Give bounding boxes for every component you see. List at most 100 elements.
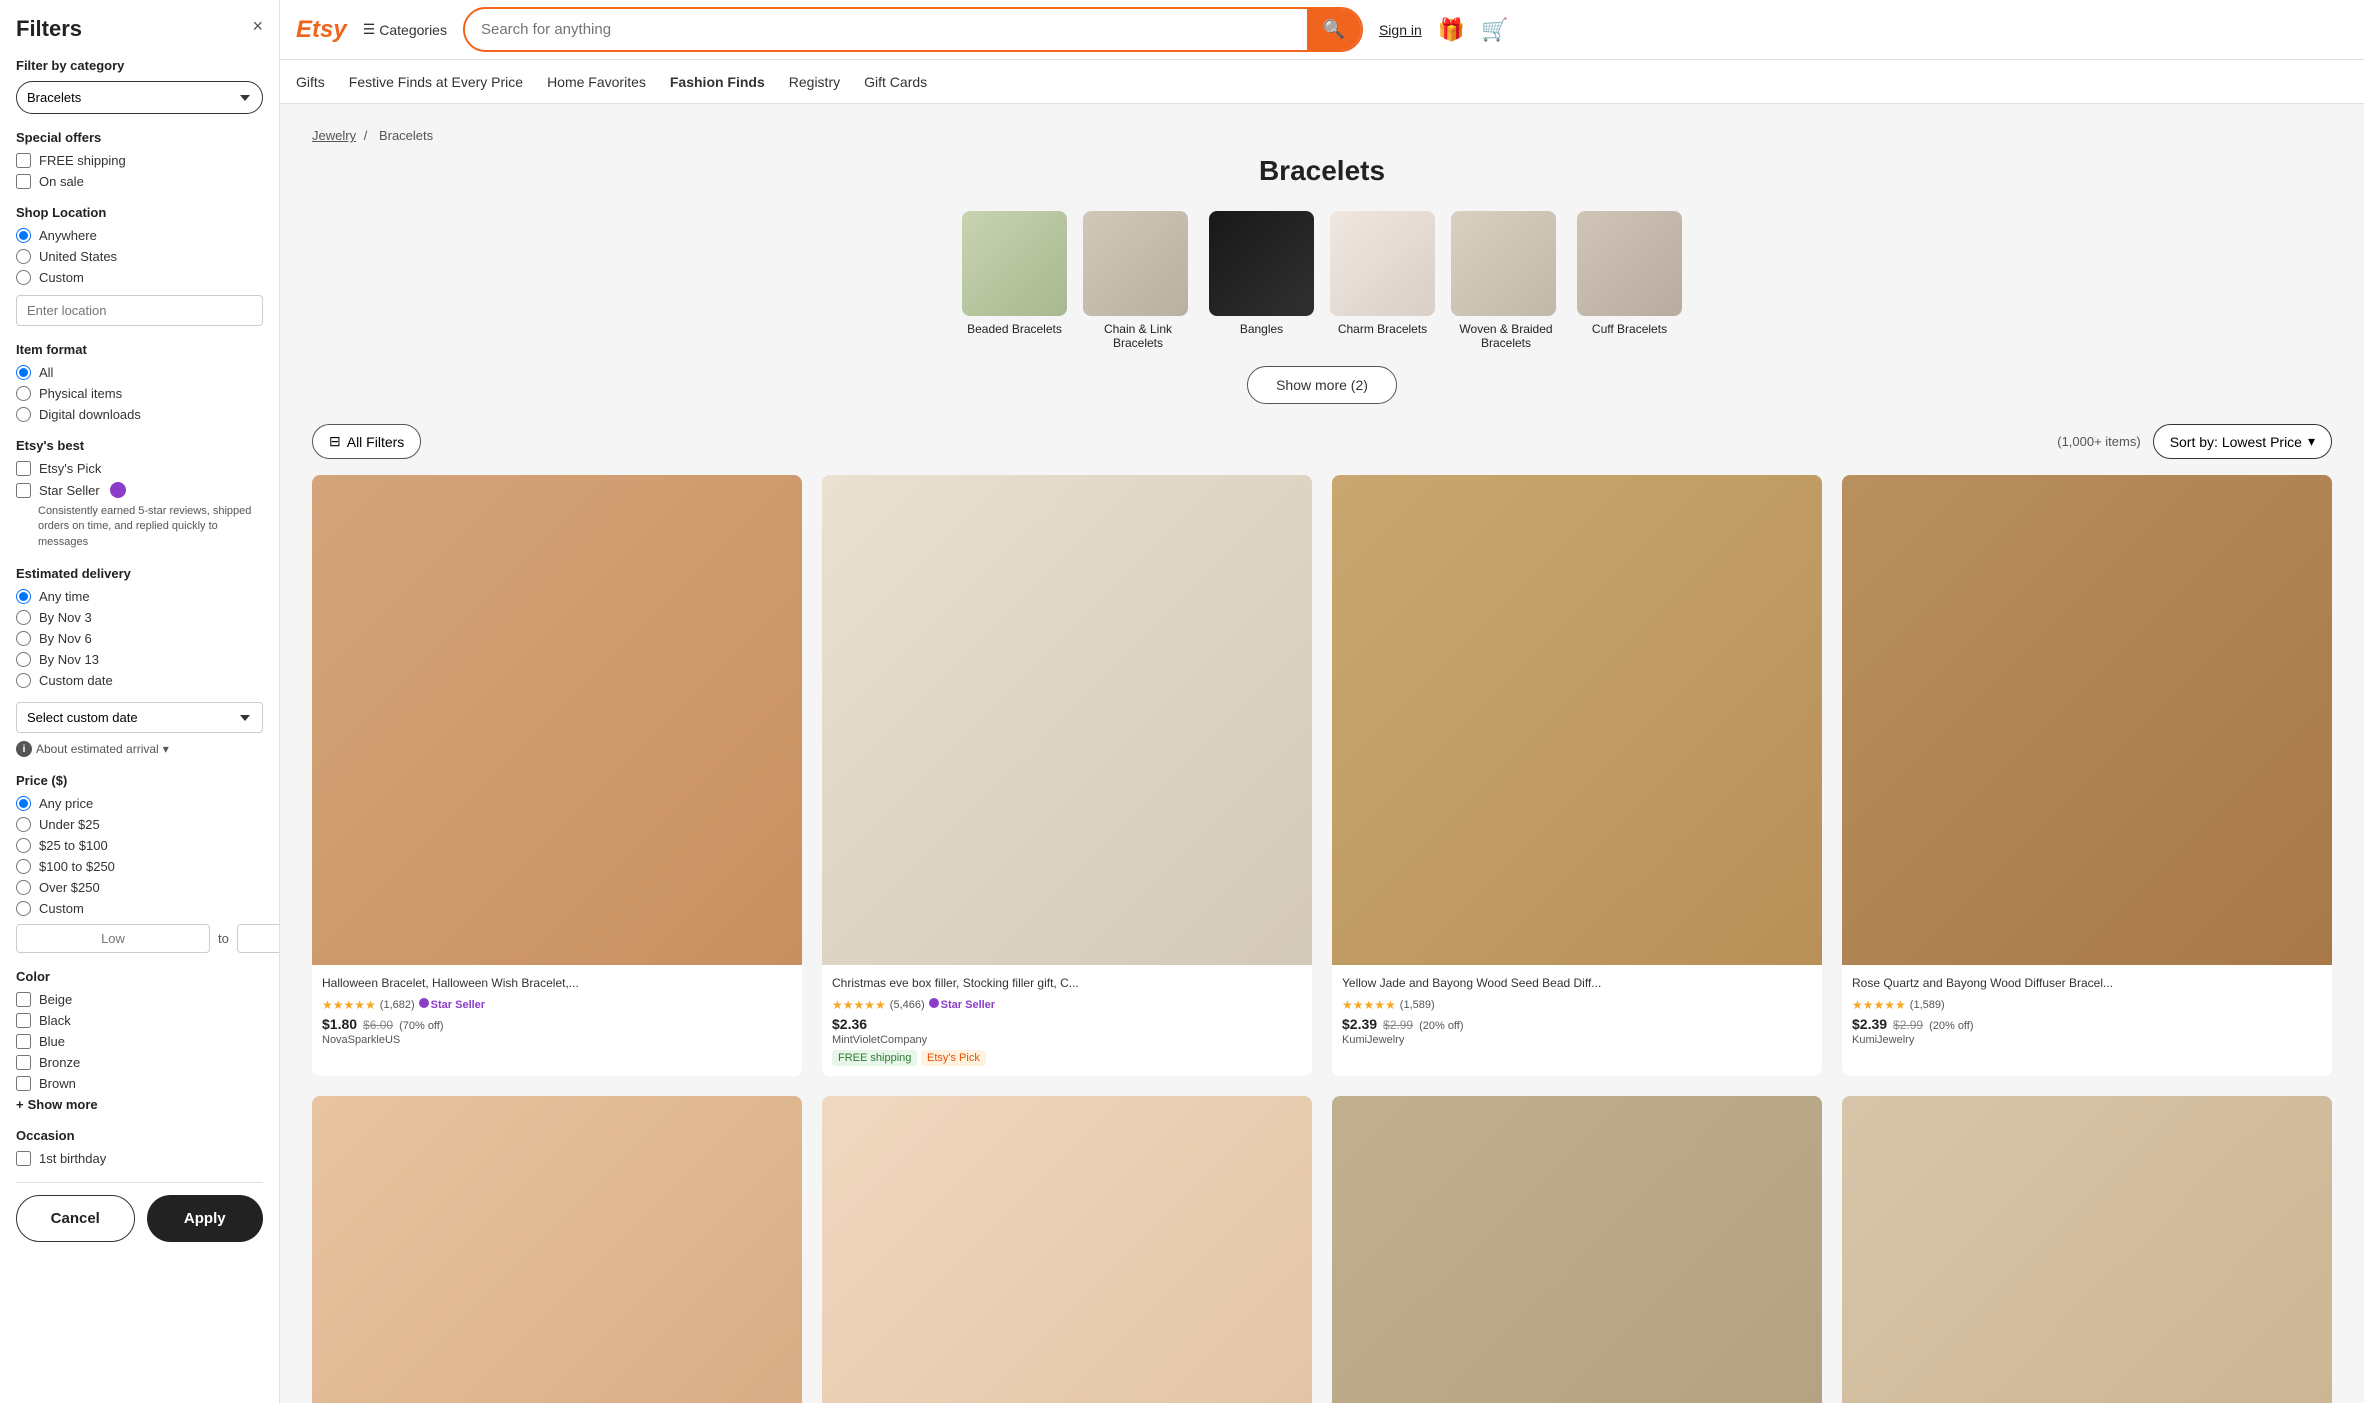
beige-checkbox[interactable] xyxy=(16,992,31,1007)
cart-icon-button[interactable]: 🛒 xyxy=(1481,17,1508,43)
nav-festive[interactable]: Festive Finds at Every Price xyxy=(349,74,523,90)
custom-price-radio[interactable] xyxy=(16,901,31,916)
gift-icon-button[interactable]: 🎁 xyxy=(1438,17,1465,43)
etsys-pick-checkbox[interactable] xyxy=(16,461,31,476)
star-seller-1: Star Seller xyxy=(929,998,995,1011)
bronze-checkbox[interactable] xyxy=(16,1055,31,1070)
nav-gifts[interactable]: Gifts xyxy=(296,74,325,90)
sort-button[interactable]: Sort by: Lowest Price ▾ xyxy=(2153,424,2332,459)
product-card-7[interactable]: Volleyball bracelet, Volleyball jewelry,… xyxy=(1842,1096,2332,1403)
digital-radio[interactable] xyxy=(16,407,31,422)
product-card-5[interactable]: Bracelets in a set for hen party, JGA br… xyxy=(822,1096,1312,1403)
category-card-woven[interactable]: Woven & Braided Bracelets xyxy=(1451,211,1561,350)
by-nov3-radio[interactable] xyxy=(16,610,31,625)
about-arrival[interactable]: i About estimated arrival ▾ xyxy=(16,741,263,757)
nav-gift-cards[interactable]: Gift Cards xyxy=(864,74,927,90)
product-card-4[interactable]: 14K Gold Filled Personalized Bracelet St… xyxy=(312,1096,802,1403)
blue-checkbox-label[interactable]: Blue xyxy=(16,1034,263,1049)
any-time-radio[interactable] xyxy=(16,589,31,604)
physical-radio[interactable] xyxy=(16,386,31,401)
product-card-2[interactable]: Yellow Jade and Bayong Wood Seed Bead Di… xyxy=(1332,475,1822,1076)
over250-radio-label[interactable]: Over $250 xyxy=(16,880,263,895)
close-button[interactable]: × xyxy=(252,16,263,37)
price-high-input[interactable] xyxy=(237,924,280,953)
custom-date-radio[interactable] xyxy=(16,673,31,688)
category-card-charm[interactable]: Charm Bracelets xyxy=(1330,211,1435,350)
apply-button[interactable]: Apply xyxy=(147,1195,264,1242)
any-price-radio-label[interactable]: Any price xyxy=(16,796,263,811)
united-states-radio-label[interactable]: United States xyxy=(16,249,263,264)
nav-fashion[interactable]: Fashion Finds xyxy=(670,74,765,90)
all-format-radio[interactable] xyxy=(16,365,31,380)
by-nov13-radio-label[interactable]: By Nov 13 xyxy=(16,652,263,667)
location-input[interactable] xyxy=(16,295,263,326)
product-card-0[interactable]: Halloween Bracelet, Halloween Wish Brace… xyxy=(312,475,802,1076)
nav-home[interactable]: Home Favorites xyxy=(547,74,646,90)
1st-birthday-checkbox[interactable] xyxy=(16,1151,31,1166)
anywhere-radio-label[interactable]: Anywhere xyxy=(16,228,263,243)
etsys-pick-checkbox-label[interactable]: Etsy's Pick xyxy=(16,461,263,476)
color-show-more-button[interactable]: + Show more xyxy=(16,1097,98,1112)
by-nov3-radio-label[interactable]: By Nov 3 xyxy=(16,610,263,625)
bronze-checkbox-label[interactable]: Bronze xyxy=(16,1055,263,1070)
search-input[interactable] xyxy=(465,11,1307,48)
any-time-radio-label[interactable]: Any time xyxy=(16,589,263,604)
categories-button[interactable]: ☰ Categories xyxy=(363,21,447,38)
product-card-6[interactable]: Additional Bracelet to existing order. ★… xyxy=(1332,1096,1822,1403)
on-sale-checkbox-label[interactable]: On sale xyxy=(16,174,263,189)
all-filters-button[interactable]: ⊟ All Filters xyxy=(312,424,421,459)
sign-in-link[interactable]: Sign in xyxy=(1379,22,1422,38)
free-shipping-checkbox-label[interactable]: FREE shipping xyxy=(16,153,263,168)
breadcrumb-jewelry[interactable]: Jewelry xyxy=(312,128,356,143)
25to100-radio[interactable] xyxy=(16,838,31,853)
united-states-radio[interactable] xyxy=(16,249,31,264)
free-shipping-text: FREE shipping xyxy=(39,153,126,168)
beige-checkbox-label[interactable]: Beige xyxy=(16,992,263,1007)
product-card-3[interactable]: Rose Quartz and Bayong Wood Diffuser Bra… xyxy=(1842,475,2332,1076)
brown-checkbox-label[interactable]: Brown xyxy=(16,1076,263,1091)
brown-checkbox[interactable] xyxy=(16,1076,31,1091)
category-select[interactable]: Bracelets Necklaces Earrings Rings xyxy=(16,81,263,114)
category-card-bangles[interactable]: Bangles xyxy=(1209,211,1314,350)
cancel-button[interactable]: Cancel xyxy=(16,1195,135,1242)
by-nov13-radio[interactable] xyxy=(16,652,31,667)
under25-radio[interactable] xyxy=(16,817,31,832)
1st-birthday-text: 1st birthday xyxy=(39,1151,106,1166)
category-card-cuff[interactable]: Cuff Bracelets xyxy=(1577,211,1682,350)
black-checkbox[interactable] xyxy=(16,1013,31,1028)
custom-price-radio-label[interactable]: Custom xyxy=(16,901,263,916)
1st-birthday-checkbox-label[interactable]: 1st birthday xyxy=(16,1151,263,1166)
any-price-radio[interactable] xyxy=(16,796,31,811)
star-seller-checkbox-label[interactable]: Star Seller xyxy=(16,482,263,498)
100to250-radio-label[interactable]: $100 to $250 xyxy=(16,859,263,874)
by-nov6-radio-label[interactable]: By Nov 6 xyxy=(16,631,263,646)
black-checkbox-label[interactable]: Black xyxy=(16,1013,263,1028)
nav-registry[interactable]: Registry xyxy=(789,74,840,90)
physical-radio-label[interactable]: Physical items xyxy=(16,386,263,401)
custom-date-select[interactable]: Select custom date xyxy=(16,702,263,733)
100to250-radio[interactable] xyxy=(16,859,31,874)
under25-radio-label[interactable]: Under $25 xyxy=(16,817,263,832)
custom-location-radio-label[interactable]: Custom xyxy=(16,270,263,285)
custom-location-radio[interactable] xyxy=(16,270,31,285)
custom-date-radio-label[interactable]: Custom date xyxy=(16,673,263,688)
blue-checkbox[interactable] xyxy=(16,1034,31,1049)
all-format-radio-label[interactable]: All xyxy=(16,365,263,380)
anywhere-radio[interactable] xyxy=(16,228,31,243)
etsy-logo[interactable]: Etsy xyxy=(296,16,347,44)
by-nov13-text: By Nov 13 xyxy=(39,652,99,667)
search-button[interactable]: 🔍 xyxy=(1307,9,1361,50)
star-seller-checkbox[interactable] xyxy=(16,483,31,498)
on-sale-checkbox[interactable] xyxy=(16,174,31,189)
category-card-chain[interactable]: Chain & Link Bracelets xyxy=(1083,211,1193,350)
category-card-beaded[interactable]: Beaded Bracelets xyxy=(962,211,1067,350)
over250-radio[interactable] xyxy=(16,880,31,895)
price-low-input[interactable] xyxy=(16,924,210,953)
digital-radio-label[interactable]: Digital downloads xyxy=(16,407,263,422)
100to250-text: $100 to $250 xyxy=(39,859,115,874)
25to100-radio-label[interactable]: $25 to $100 xyxy=(16,838,263,853)
show-more-button[interactable]: Show more (2) xyxy=(1247,366,1397,404)
by-nov6-radio[interactable] xyxy=(16,631,31,646)
free-shipping-checkbox[interactable] xyxy=(16,153,31,168)
product-card-1[interactable]: Christmas eve box filler, Stocking fille… xyxy=(822,475,1312,1076)
